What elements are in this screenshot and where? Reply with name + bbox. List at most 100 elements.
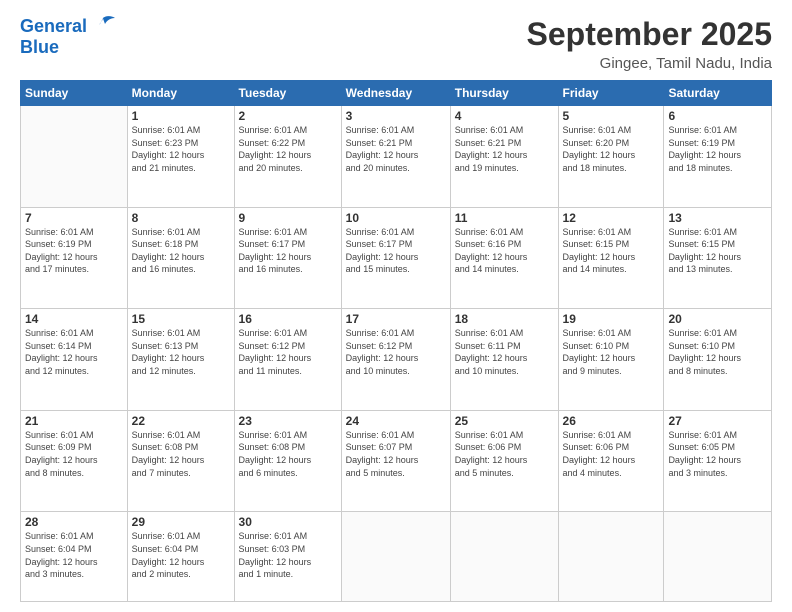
day-info: Sunrise: 6:01 AM Sunset: 6:19 PM Dayligh… xyxy=(25,226,123,276)
weekday-header-row: Sunday Monday Tuesday Wednesday Thursday… xyxy=(21,81,772,106)
day-info: Sunrise: 6:01 AM Sunset: 6:13 PM Dayligh… xyxy=(132,327,230,377)
table-row: 22Sunrise: 6:01 AM Sunset: 6:08 PM Dayli… xyxy=(127,410,234,512)
calendar-table: Sunday Monday Tuesday Wednesday Thursday… xyxy=(20,80,772,602)
day-number: 16 xyxy=(239,312,337,326)
day-number: 22 xyxy=(132,414,230,428)
day-info: Sunrise: 6:01 AM Sunset: 6:17 PM Dayligh… xyxy=(346,226,446,276)
table-row: 15Sunrise: 6:01 AM Sunset: 6:13 PM Dayli… xyxy=(127,309,234,411)
day-info: Sunrise: 6:01 AM Sunset: 6:12 PM Dayligh… xyxy=(239,327,337,377)
day-info: Sunrise: 6:01 AM Sunset: 6:07 PM Dayligh… xyxy=(346,429,446,479)
day-info: Sunrise: 6:01 AM Sunset: 6:23 PM Dayligh… xyxy=(132,124,230,174)
day-info: Sunrise: 6:01 AM Sunset: 6:21 PM Dayligh… xyxy=(455,124,554,174)
day-info: Sunrise: 6:01 AM Sunset: 6:04 PM Dayligh… xyxy=(132,530,230,580)
table-row: 14Sunrise: 6:01 AM Sunset: 6:14 PM Dayli… xyxy=(21,309,128,411)
table-row: 27Sunrise: 6:01 AM Sunset: 6:05 PM Dayli… xyxy=(664,410,772,512)
table-row: 19Sunrise: 6:01 AM Sunset: 6:10 PM Dayli… xyxy=(558,309,664,411)
day-info: Sunrise: 6:01 AM Sunset: 6:19 PM Dayligh… xyxy=(668,124,767,174)
day-info: Sunrise: 6:01 AM Sunset: 6:10 PM Dayligh… xyxy=(563,327,660,377)
day-info: Sunrise: 6:01 AM Sunset: 6:20 PM Dayligh… xyxy=(563,124,660,174)
table-row: 8Sunrise: 6:01 AM Sunset: 6:18 PM Daylig… xyxy=(127,207,234,309)
day-number: 8 xyxy=(132,211,230,225)
calendar-week-row: 14Sunrise: 6:01 AM Sunset: 6:14 PM Dayli… xyxy=(21,309,772,411)
day-number: 7 xyxy=(25,211,123,225)
day-number: 23 xyxy=(239,414,337,428)
title-section: September 2025 Gingee, Tamil Nadu, India xyxy=(527,16,772,72)
day-number: 28 xyxy=(25,515,123,529)
table-row xyxy=(558,512,664,602)
col-friday: Friday xyxy=(558,81,664,106)
day-number: 4 xyxy=(455,109,554,123)
day-number: 27 xyxy=(668,414,767,428)
table-row: 5Sunrise: 6:01 AM Sunset: 6:20 PM Daylig… xyxy=(558,106,664,208)
day-info: Sunrise: 6:01 AM Sunset: 6:12 PM Dayligh… xyxy=(346,327,446,377)
calendar-week-row: 1Sunrise: 6:01 AM Sunset: 6:23 PM Daylig… xyxy=(21,106,772,208)
table-row: 30Sunrise: 6:01 AM Sunset: 6:03 PM Dayli… xyxy=(234,512,341,602)
calendar-week-row: 21Sunrise: 6:01 AM Sunset: 6:09 PM Dayli… xyxy=(21,410,772,512)
day-info: Sunrise: 6:01 AM Sunset: 6:21 PM Dayligh… xyxy=(346,124,446,174)
day-number: 6 xyxy=(668,109,767,123)
day-info: Sunrise: 6:01 AM Sunset: 6:03 PM Dayligh… xyxy=(239,530,337,580)
day-info: Sunrise: 6:01 AM Sunset: 6:15 PM Dayligh… xyxy=(563,226,660,276)
day-number: 9 xyxy=(239,211,337,225)
day-number: 25 xyxy=(455,414,554,428)
day-number: 11 xyxy=(455,211,554,225)
day-number: 30 xyxy=(239,515,337,529)
table-row: 16Sunrise: 6:01 AM Sunset: 6:12 PM Dayli… xyxy=(234,309,341,411)
table-row: 21Sunrise: 6:01 AM Sunset: 6:09 PM Dayli… xyxy=(21,410,128,512)
table-row: 4Sunrise: 6:01 AM Sunset: 6:21 PM Daylig… xyxy=(450,106,558,208)
day-info: Sunrise: 6:01 AM Sunset: 6:14 PM Dayligh… xyxy=(25,327,123,377)
table-row: 20Sunrise: 6:01 AM Sunset: 6:10 PM Dayli… xyxy=(664,309,772,411)
table-row: 23Sunrise: 6:01 AM Sunset: 6:08 PM Dayli… xyxy=(234,410,341,512)
day-info: Sunrise: 6:01 AM Sunset: 6:17 PM Dayligh… xyxy=(239,226,337,276)
col-sunday: Sunday xyxy=(21,81,128,106)
table-row: 28Sunrise: 6:01 AM Sunset: 6:04 PM Dayli… xyxy=(21,512,128,602)
table-row: 10Sunrise: 6:01 AM Sunset: 6:17 PM Dayli… xyxy=(341,207,450,309)
table-row: 24Sunrise: 6:01 AM Sunset: 6:07 PM Dayli… xyxy=(341,410,450,512)
day-number: 15 xyxy=(132,312,230,326)
day-number: 20 xyxy=(668,312,767,326)
day-info: Sunrise: 6:01 AM Sunset: 6:06 PM Dayligh… xyxy=(455,429,554,479)
col-monday: Monday xyxy=(127,81,234,106)
table-row xyxy=(664,512,772,602)
table-row: 18Sunrise: 6:01 AM Sunset: 6:11 PM Dayli… xyxy=(450,309,558,411)
day-info: Sunrise: 6:01 AM Sunset: 6:16 PM Dayligh… xyxy=(455,226,554,276)
logo-line1: General xyxy=(20,17,87,37)
table-row xyxy=(450,512,558,602)
day-number: 26 xyxy=(563,414,660,428)
table-row: 17Sunrise: 6:01 AM Sunset: 6:12 PM Dayli… xyxy=(341,309,450,411)
logo: General Blue xyxy=(20,16,117,58)
col-tuesday: Tuesday xyxy=(234,81,341,106)
month-title: September 2025 xyxy=(527,16,772,53)
table-row: 2Sunrise: 6:01 AM Sunset: 6:22 PM Daylig… xyxy=(234,106,341,208)
col-wednesday: Wednesday xyxy=(341,81,450,106)
day-info: Sunrise: 6:01 AM Sunset: 6:05 PM Dayligh… xyxy=(668,429,767,479)
table-row: 29Sunrise: 6:01 AM Sunset: 6:04 PM Dayli… xyxy=(127,512,234,602)
day-number: 14 xyxy=(25,312,123,326)
col-thursday: Thursday xyxy=(450,81,558,106)
calendar-week-row: 7Sunrise: 6:01 AM Sunset: 6:19 PM Daylig… xyxy=(21,207,772,309)
day-number: 17 xyxy=(346,312,446,326)
table-row: 3Sunrise: 6:01 AM Sunset: 6:21 PM Daylig… xyxy=(341,106,450,208)
day-number: 5 xyxy=(563,109,660,123)
day-number: 12 xyxy=(563,211,660,225)
day-number: 10 xyxy=(346,211,446,225)
calendar-week-row: 28Sunrise: 6:01 AM Sunset: 6:04 PM Dayli… xyxy=(21,512,772,602)
day-number: 1 xyxy=(132,109,230,123)
day-info: Sunrise: 6:01 AM Sunset: 6:06 PM Dayligh… xyxy=(563,429,660,479)
day-info: Sunrise: 6:01 AM Sunset: 6:11 PM Dayligh… xyxy=(455,327,554,377)
day-info: Sunrise: 6:01 AM Sunset: 6:04 PM Dayligh… xyxy=(25,530,123,580)
table-row: 6Sunrise: 6:01 AM Sunset: 6:19 PM Daylig… xyxy=(664,106,772,208)
day-number: 21 xyxy=(25,414,123,428)
table-row: 25Sunrise: 6:01 AM Sunset: 6:06 PM Dayli… xyxy=(450,410,558,512)
table-row: 9Sunrise: 6:01 AM Sunset: 6:17 PM Daylig… xyxy=(234,207,341,309)
logo-bird-icon xyxy=(89,14,117,38)
day-number: 29 xyxy=(132,515,230,529)
location: Gingee, Tamil Nadu, India xyxy=(527,55,772,72)
table-row: 13Sunrise: 6:01 AM Sunset: 6:15 PM Dayli… xyxy=(664,207,772,309)
day-number: 2 xyxy=(239,109,337,123)
day-number: 13 xyxy=(668,211,767,225)
day-number: 19 xyxy=(563,312,660,326)
header: General Blue September 2025 Gingee, Tami… xyxy=(20,16,772,72)
day-info: Sunrise: 6:01 AM Sunset: 6:15 PM Dayligh… xyxy=(668,226,767,276)
table-row: 11Sunrise: 6:01 AM Sunset: 6:16 PM Dayli… xyxy=(450,207,558,309)
